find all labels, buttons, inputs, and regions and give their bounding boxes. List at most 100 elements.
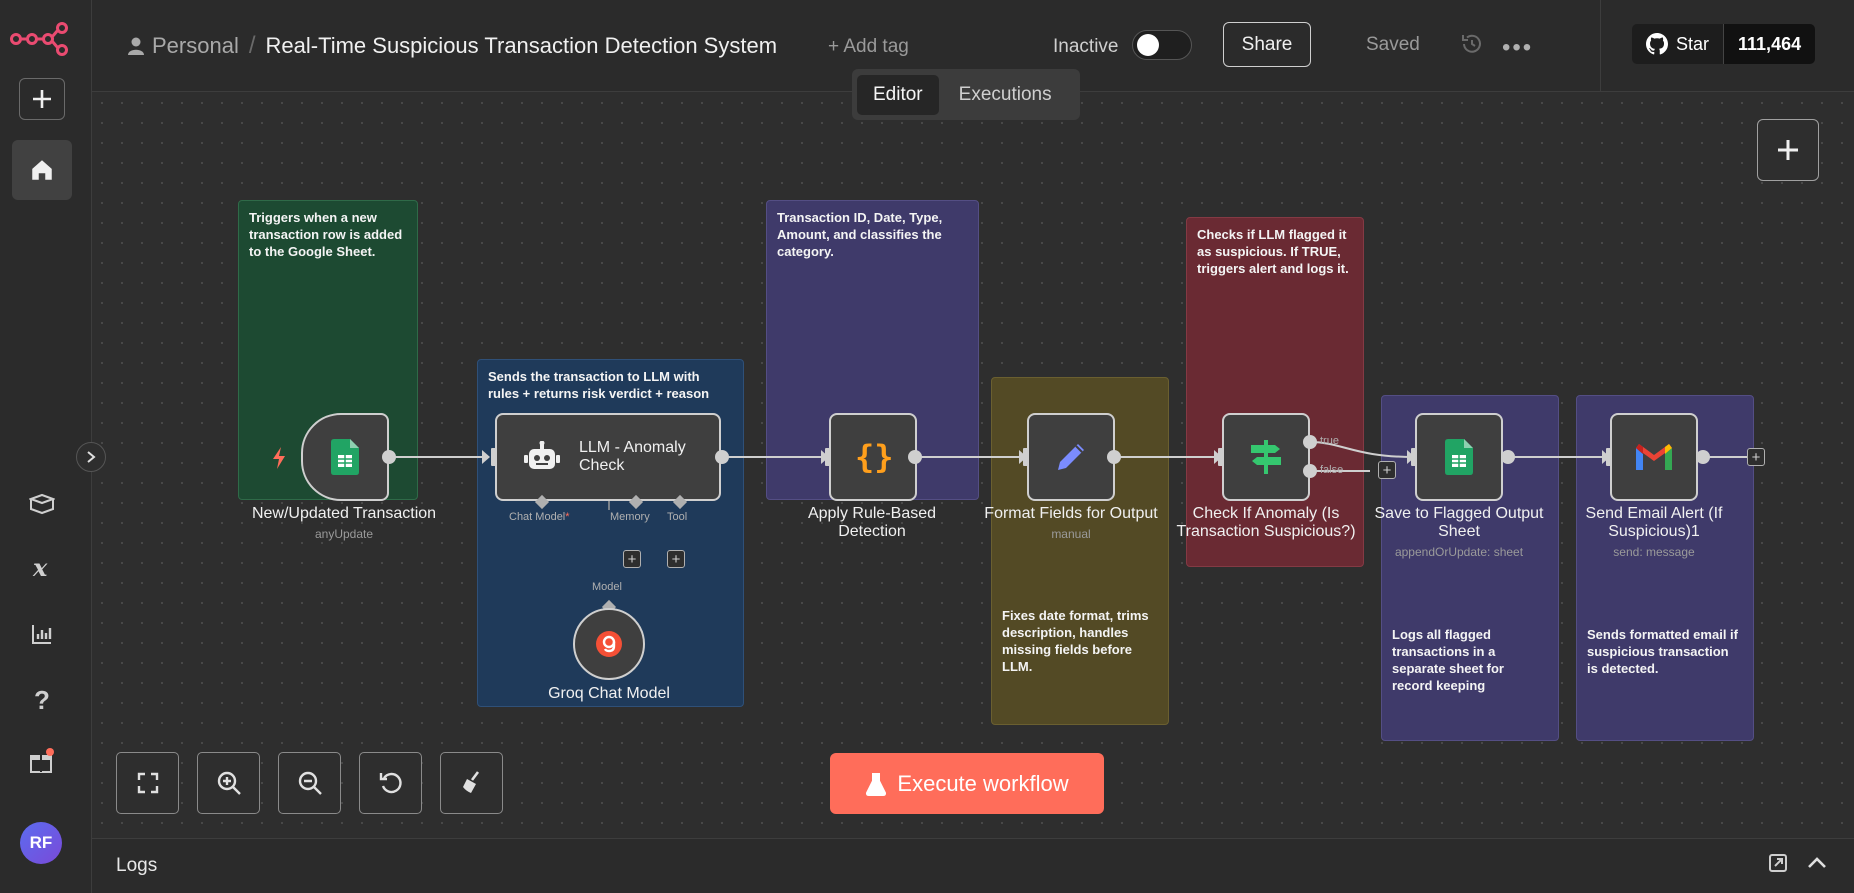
output-handle[interactable] bbox=[1501, 450, 1515, 464]
fit-view-icon bbox=[137, 772, 158, 794]
node-groq-chat-model[interactable] bbox=[573, 608, 645, 680]
add-memory-button[interactable]: + bbox=[623, 550, 641, 568]
expand-sidebar-button[interactable] bbox=[76, 442, 106, 472]
google-sheets-icon bbox=[331, 439, 359, 475]
breadcrumb-separator: / bbox=[248, 32, 256, 59]
n8n-logo[interactable] bbox=[10, 22, 70, 56]
workflow-canvas[interactable]: Triggers when a new transaction row is a… bbox=[92, 93, 1854, 838]
github-star-label: Star bbox=[1676, 33, 1710, 54]
logs-actions bbox=[1768, 853, 1828, 873]
sidebar-item-variables[interactable]: x bbox=[26, 552, 58, 584]
node-label: Check If Anomaly (Is Transaction Suspici… bbox=[1176, 505, 1356, 540]
node-inline-label: LLM - Anomaly Check bbox=[579, 439, 686, 474]
node-check-if-anomaly[interactable] bbox=[1222, 413, 1310, 501]
node-label: New/Updated Transaction bbox=[251, 505, 437, 522]
gmail-icon bbox=[1636, 444, 1672, 470]
add-tag-button[interactable]: + Add tag bbox=[828, 36, 909, 58]
header-divider bbox=[1600, 0, 1601, 92]
code-braces-icon: {} bbox=[855, 438, 893, 476]
output-handle[interactable] bbox=[715, 450, 729, 464]
undo-icon bbox=[379, 772, 402, 794]
add-false-branch-button[interactable]: + bbox=[1378, 461, 1396, 479]
output-handle[interactable] bbox=[908, 450, 922, 464]
active-status-label: Inactive bbox=[1053, 36, 1119, 57]
port-label-text: Chat Model bbox=[509, 511, 566, 523]
port-label-chat-model: Chat Model* bbox=[509, 511, 570, 523]
zoom-to-fit-button[interactable] bbox=[116, 752, 179, 814]
breadcrumb-workspace[interactable]: Personal bbox=[128, 33, 239, 59]
node-subtitle: send: message bbox=[1613, 545, 1695, 559]
zoom-in-button[interactable] bbox=[197, 752, 260, 814]
home-icon bbox=[32, 160, 52, 180]
output-handle-false[interactable] bbox=[1303, 464, 1317, 478]
history-icon[interactable] bbox=[1460, 32, 1484, 56]
node-label: Send Email Alert (If Suspicious)1 bbox=[1585, 505, 1723, 540]
node-label: Apply Rule-Based Detection bbox=[807, 505, 937, 540]
chevron-up-icon[interactable] bbox=[1806, 856, 1828, 870]
github-star-button[interactable]: Star 111,464 bbox=[1632, 24, 1816, 64]
output-handle[interactable] bbox=[1107, 450, 1121, 464]
node-send-email-alert[interactable] bbox=[1610, 413, 1698, 501]
logs-panel[interactable]: Logs bbox=[92, 838, 1854, 893]
svg-text:x: x bbox=[32, 555, 48, 581]
logs-title: Logs bbox=[116, 855, 158, 876]
node-label: Format Fields for Output bbox=[984, 505, 1158, 522]
node-save-to-flagged-output-sheet[interactable] bbox=[1415, 413, 1503, 501]
sidebar-item-help[interactable]: ? bbox=[26, 683, 58, 715]
reset-zoom-button[interactable] bbox=[359, 752, 422, 814]
pencil-icon bbox=[1058, 444, 1084, 470]
output-handle[interactable] bbox=[1696, 450, 1710, 464]
branch-label-false: false bbox=[1320, 464, 1344, 476]
share-button[interactable]: Share bbox=[1223, 22, 1311, 67]
node-subtitle: appendOrUpdate: sheet bbox=[1394, 545, 1524, 559]
user-avatar[interactable]: RF bbox=[20, 822, 62, 864]
saved-status: Saved bbox=[1366, 34, 1420, 55]
node-llm-anomaly-check[interactable]: LLM - Anomaly Check bbox=[495, 413, 721, 501]
google-sheets-icon bbox=[1445, 439, 1473, 475]
node-new-updated-transaction[interactable] bbox=[301, 413, 389, 501]
output-handle-true[interactable] bbox=[1303, 435, 1317, 449]
node-label: Save to Flagged Output Sheet bbox=[1374, 505, 1544, 540]
node-subtitle: manual bbox=[1051, 527, 1091, 541]
workflow-title[interactable]: Real-Time Suspicious Transaction Detecti… bbox=[266, 33, 778, 59]
toggle-knob bbox=[1137, 34, 1159, 56]
zoom-in-icon bbox=[217, 771, 241, 795]
active-toggle[interactable] bbox=[1132, 30, 1192, 60]
user-icon bbox=[128, 37, 144, 55]
sidebar-item-templates[interactable] bbox=[26, 488, 58, 520]
tab-editor[interactable]: Editor bbox=[857, 74, 939, 115]
pop-out-icon[interactable] bbox=[1768, 853, 1788, 873]
chevron-right-icon bbox=[87, 451, 96, 463]
tab-executions[interactable]: Executions bbox=[943, 75, 1068, 115]
zoom-out-button[interactable] bbox=[278, 752, 341, 814]
add-next-node-button[interactable]: + bbox=[1747, 448, 1765, 466]
add-tool-button[interactable]: + bbox=[667, 550, 685, 568]
tidy-up-button[interactable] bbox=[440, 752, 503, 814]
execute-workflow-label: Execute workflow bbox=[897, 770, 1069, 796]
required-mark: * bbox=[565, 511, 570, 523]
groq-icon bbox=[596, 631, 622, 657]
signpost-icon bbox=[1251, 440, 1281, 474]
output-handle[interactable] bbox=[382, 450, 396, 464]
execute-workflow-button[interactable]: Execute workflow bbox=[830, 753, 1104, 814]
sidebar-item-insights[interactable] bbox=[26, 618, 58, 650]
node-subtitle: anyUpdate bbox=[314, 527, 374, 541]
question-icon: ? bbox=[34, 685, 50, 713]
flask-icon bbox=[866, 772, 887, 796]
chart-icon bbox=[32, 625, 52, 644]
trigger-bolt-icon bbox=[273, 447, 285, 469]
create-button[interactable] bbox=[19, 78, 65, 120]
github-star-left: Star bbox=[1632, 24, 1725, 64]
node-apply-rule-based-detection[interactable]: {} bbox=[829, 413, 917, 501]
broom-icon bbox=[462, 771, 479, 793]
left-sidebar: x ? RF bbox=[0, 0, 92, 893]
node-label: Groq Chat Model bbox=[548, 685, 670, 702]
github-star-count: 111,464 bbox=[1724, 24, 1816, 64]
port-label-memory: Memory bbox=[610, 511, 650, 523]
sidebar-item-home[interactable] bbox=[12, 140, 72, 200]
more-options-icon[interactable]: ••• bbox=[1502, 34, 1533, 62]
svg-text:{}: {} bbox=[855, 438, 893, 476]
sidebar-item-whats-new[interactable] bbox=[26, 745, 58, 777]
node-format-fields-for-output[interactable] bbox=[1027, 413, 1115, 501]
box-icon bbox=[29, 493, 55, 515]
